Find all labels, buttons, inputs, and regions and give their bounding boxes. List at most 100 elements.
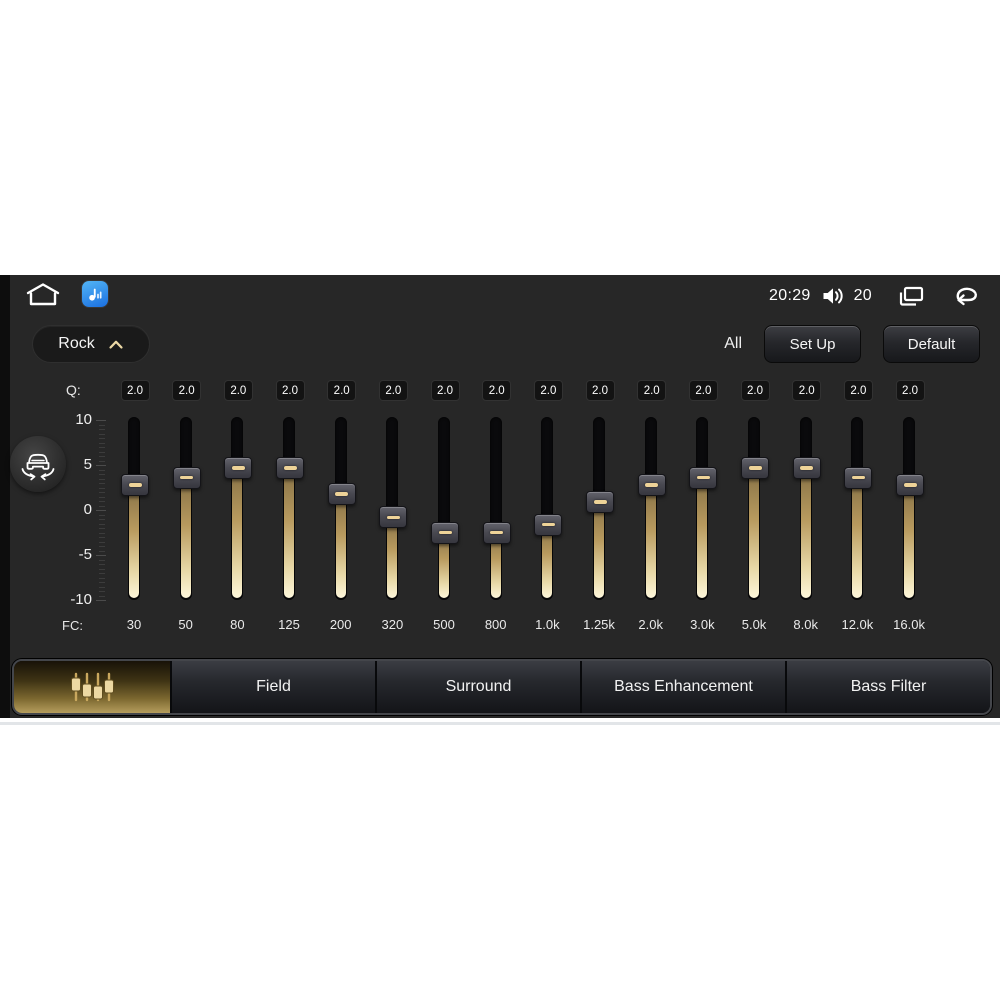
db-tick-major: [96, 555, 106, 556]
eq-slider-thumb[interactable]: [224, 456, 253, 479]
thumb-grip: [903, 483, 917, 487]
thumb-grip: [851, 475, 865, 480]
eq-slider-thumb[interactable]: [637, 473, 666, 496]
db-tick-minor: [99, 577, 105, 579]
eq-slider-fill: [800, 466, 811, 598]
db-tick-minor: [99, 546, 105, 547]
q-value-box[interactable]: 2.0: [223, 380, 253, 401]
q-value-box[interactable]: 2.0: [895, 380, 925, 401]
q-value-box[interactable]: 2.0: [533, 380, 563, 401]
q-value-box[interactable]: 2.0: [172, 380, 202, 401]
preset-dropdown[interactable]: Rock: [32, 325, 150, 363]
db-tick-minor: [99, 483, 105, 484]
eq-slider-thumb[interactable]: [689, 466, 718, 489]
db-tick-minor: [99, 559, 105, 561]
db-tick-minor: [99, 532, 105, 534]
db-tick-minor: [99, 429, 105, 430]
q-value-box[interactable]: 2.0: [740, 380, 770, 401]
q-value-box[interactable]: 2.0: [120, 380, 150, 401]
fc-frequency-label: 2.0k: [638, 617, 663, 632]
home-icon[interactable]: [24, 281, 62, 307]
tab-label: Field: [256, 678, 291, 695]
db-scale-label: -10: [70, 591, 92, 608]
db-tick-minor: [99, 595, 105, 597]
eq-slider-thumb[interactable]: [741, 456, 770, 479]
q-value-box[interactable]: 2.0: [792, 380, 822, 401]
db-tick-major: [96, 465, 106, 466]
q-value-box[interactable]: 2.0: [275, 380, 305, 401]
eq-slider-thumb[interactable]: [896, 473, 925, 496]
eq-slider-fill: [594, 501, 605, 598]
bottom-tab-bar: Field Surround Bass Enhancement Bass Filter: [12, 659, 992, 715]
eq-slider-fill: [852, 476, 863, 598]
tab-equalizer[interactable]: [14, 661, 170, 713]
q-row-label: Q:: [66, 382, 81, 398]
fc-frequency-label: 50: [178, 617, 193, 632]
db-tick-minor: [99, 523, 105, 525]
fc-frequency-label: 1.25k: [583, 617, 615, 632]
q-value-box[interactable]: 2.0: [585, 380, 615, 401]
q-value-box[interactable]: 2.0: [430, 380, 460, 401]
eq-slider-fill: [129, 483, 139, 598]
tab-surround[interactable]: Surround: [375, 661, 580, 713]
thumb-grip: [180, 475, 194, 480]
db-tick-minor: [99, 528, 105, 529]
eq-slider-fill: [645, 483, 656, 598]
car-surround-icon[interactable]: [10, 436, 66, 492]
eq-slider-thumb[interactable]: [792, 456, 821, 479]
recent-apps-icon[interactable]: [896, 284, 926, 308]
db-tick-minor: [99, 487, 105, 489]
eq-slider-fill: [232, 466, 243, 598]
eq-slider-thumb[interactable]: [379, 506, 408, 529]
tab-bass-enhancement[interactable]: Bass Enhancement: [580, 661, 785, 713]
eq-slider-thumb[interactable]: [844, 466, 873, 489]
db-tick-major: [96, 510, 106, 511]
db-tick-major: [96, 420, 106, 421]
db-scale-label: 0: [83, 501, 92, 518]
fc-frequency-label: 12.0k: [841, 617, 874, 632]
eq-slider-thumb[interactable]: [121, 473, 149, 496]
eq-slider-thumb[interactable]: [482, 521, 511, 544]
eq-slider-thumb[interactable]: [276, 456, 304, 479]
default-button[interactable]: Default: [883, 325, 980, 363]
q-value-box[interactable]: 2.0: [378, 380, 408, 401]
channel-all-label: All: [724, 335, 742, 352]
fc-frequency-label: 16.0k: [893, 617, 925, 632]
head-unit-screen: 20:29 20 Rock All Set Up Default Q: FC: …: [0, 275, 1000, 718]
eq-slider-thumb[interactable]: [586, 491, 615, 513]
thumb-grip: [128, 483, 142, 487]
db-tick-major: [96, 600, 106, 601]
thumb-grip: [438, 530, 452, 535]
fc-frequency-label: 1.0k: [535, 617, 560, 632]
q-value-box[interactable]: 2.0: [637, 380, 667, 401]
q-value-box[interactable]: 2.0: [688, 380, 718, 401]
tab-label: Surround: [445, 678, 512, 695]
status-bar-right: 20:29 20: [769, 281, 982, 311]
db-tick-minor: [99, 591, 105, 592]
eq-slider-fill: [387, 516, 398, 598]
eq-app-icon[interactable]: [82, 281, 108, 307]
eq-slider-thumb[interactable]: [534, 513, 563, 536]
eq-slider-thumb[interactable]: [172, 466, 201, 489]
db-tick-minor: [99, 456, 105, 457]
back-icon[interactable]: [950, 285, 982, 307]
status-bar-left: [24, 281, 108, 307]
db-tick-minor: [99, 501, 105, 502]
thumb-grip: [231, 466, 245, 470]
header-actions: All Set Up Default: [724, 325, 980, 363]
q-value-box[interactable]: 2.0: [327, 380, 357, 401]
db-tick-minor: [99, 424, 105, 426]
db-tick-minor: [99, 541, 105, 543]
eq-slider-thumb[interactable]: [327, 482, 356, 505]
setup-button[interactable]: Set Up: [764, 325, 861, 363]
tab-bass-filter[interactable]: Bass Filter: [785, 661, 990, 713]
eq-slider-thumb[interactable]: [431, 521, 460, 544]
db-scale-label: 10: [75, 411, 92, 428]
db-tick-minor: [99, 442, 105, 444]
q-value-box[interactable]: 2.0: [843, 380, 873, 401]
q-value-box[interactable]: 2.0: [482, 380, 512, 401]
db-tick-minor: [99, 519, 105, 520]
tab-field[interactable]: Field: [170, 661, 375, 713]
speaker-icon: [821, 285, 844, 307]
eq-slider-fill: [284, 466, 294, 598]
